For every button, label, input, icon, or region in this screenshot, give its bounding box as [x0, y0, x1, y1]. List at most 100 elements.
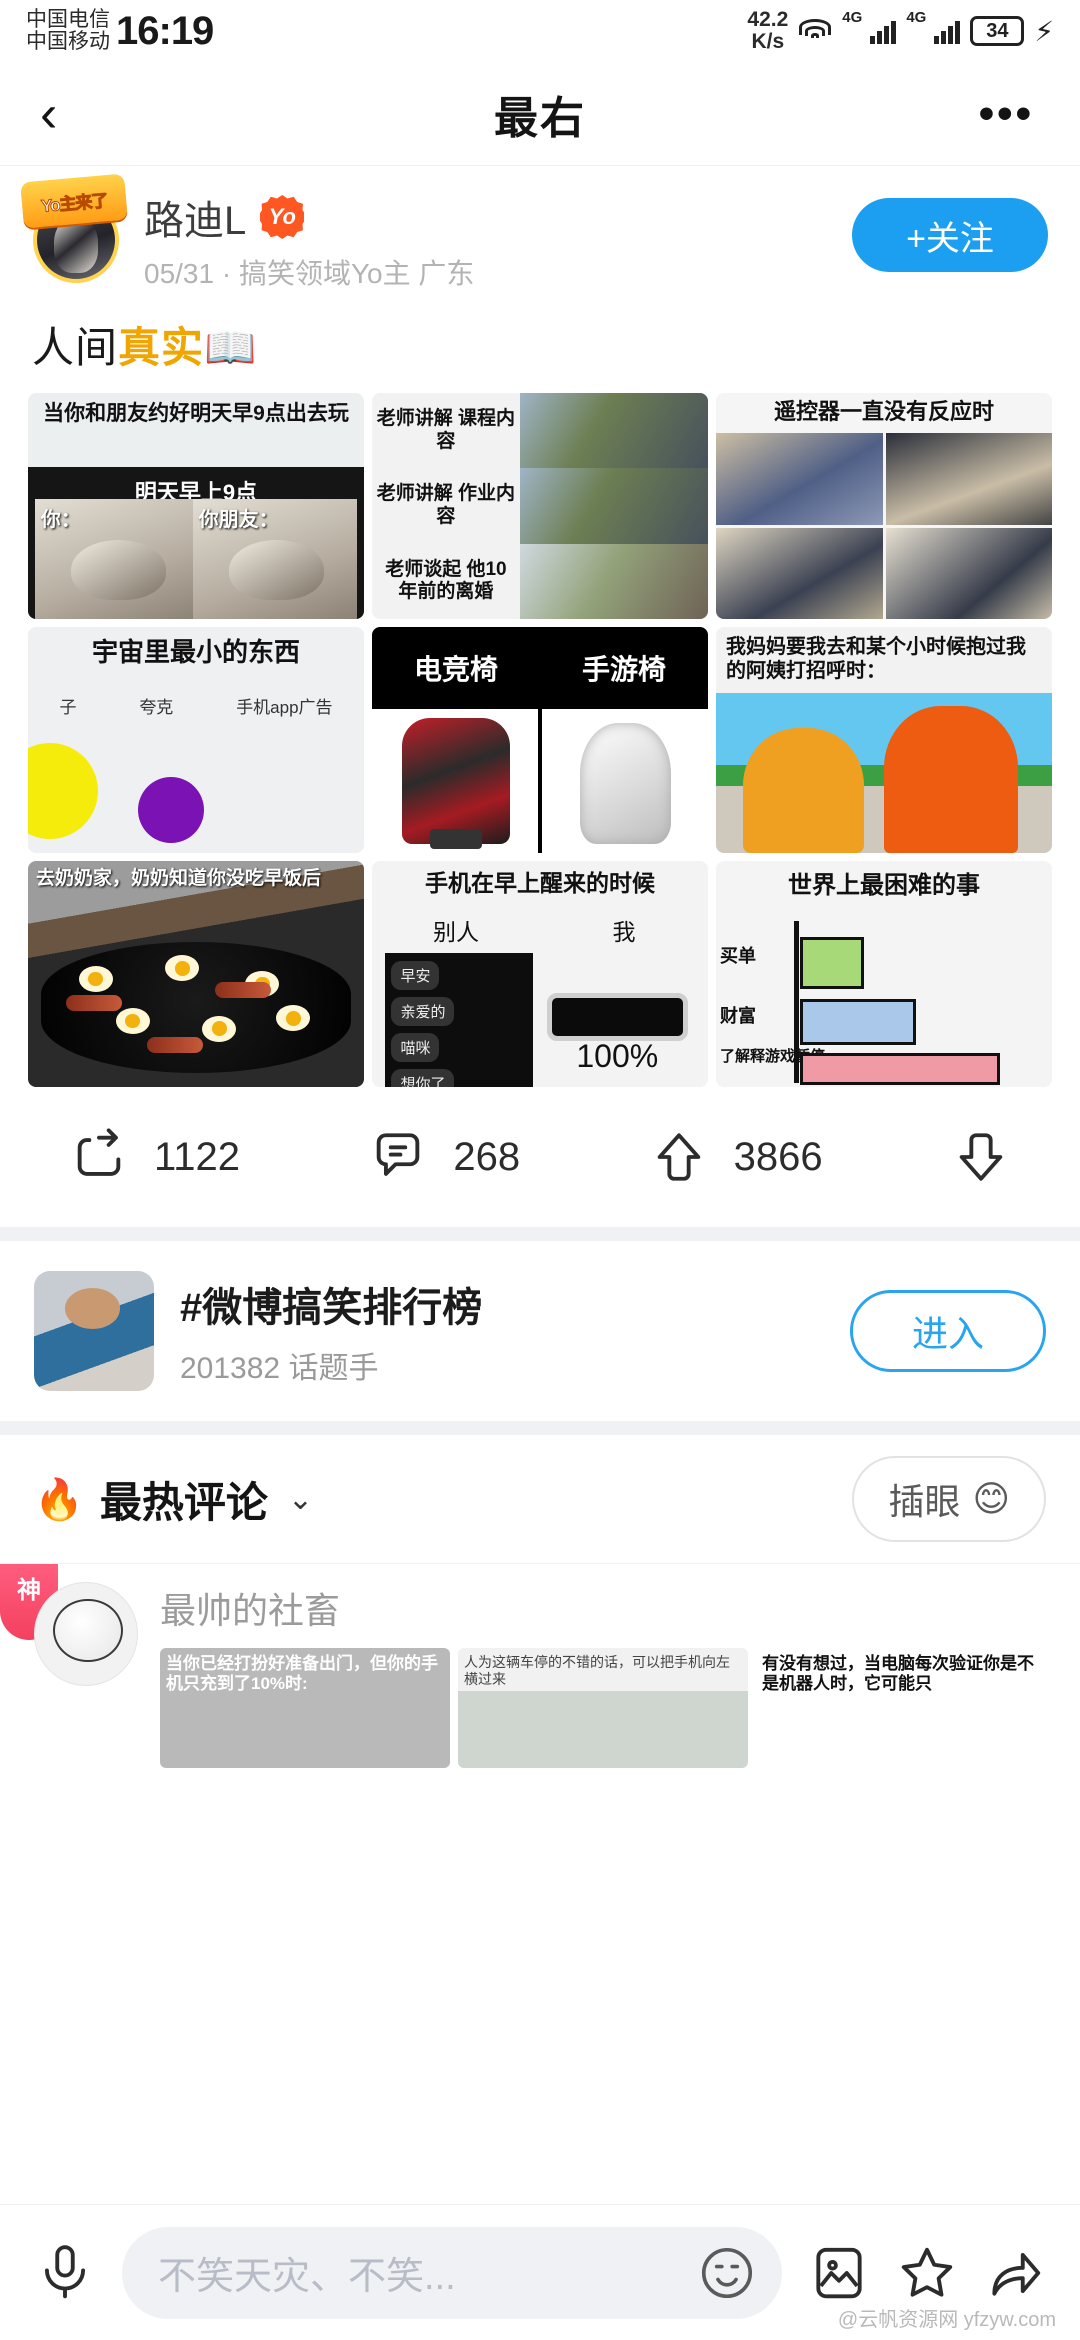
post-title-highlight: 真实: [118, 324, 205, 371]
topic-card[interactable]: #微博搞笑排行榜 201382 话题手 进入: [0, 1241, 1080, 1421]
insert-eye-label: 插眼: [888, 1481, 961, 1522]
post-image-1[interactable]: 当你和朋友约好明天早9点出去玩 明天早上9点 你： 你朋友：: [28, 393, 364, 619]
image-5-left-label: 电竞椅: [413, 654, 498, 685]
comment-image-2[interactable]: 人为这辆车停的不错的话，可以把手机向左横过来: [458, 1648, 748, 1768]
share-count: 1122: [154, 1134, 241, 1179]
clock: 16:19: [116, 8, 214, 53]
network-speed-value: 42.2: [747, 8, 789, 32]
image-4-purple-ball: [138, 777, 204, 843]
comment-image-3[interactable]: 有没有想过，当电脑每次验证你是不是机器人时，它可能只: [756, 1648, 1046, 1768]
comment-icon[interactable]: [369, 1128, 427, 1186]
comments-sort-control[interactable]: 🔥 最热评论 ⌄: [34, 1469, 313, 1530]
wifi-icon: [798, 17, 832, 45]
post-image-8[interactable]: 手机在早上醒来的时候 别人 我 早安 亲爱的 喵咪 想你了 100%: [372, 861, 708, 1087]
image-3-photo-quad: [716, 433, 1052, 619]
image-1-caption: 当你和朋友约好明天早9点出去玩: [43, 402, 349, 425]
charging-bolt-icon: ⚡: [1034, 15, 1054, 47]
image-8-col-2: 我: [612, 919, 636, 945]
image-8-bubble-4: 想你了: [391, 1069, 455, 1087]
page-title: 最右: [494, 93, 586, 143]
image-9-caption: 世界上最困难的事: [788, 872, 980, 899]
image-4-sublabels: 子 夸克 手机app广告: [28, 693, 364, 718]
share-arrow-icon[interactable]: [984, 2242, 1046, 2304]
comment-item[interactable]: 神 最帅的社畜 当你已经打扮好准备出门，但你的手机只充到了10%时: 人为这辆车…: [0, 1563, 1080, 1768]
image-8-bubble-1: 早安: [391, 961, 440, 990]
image-9-bar-label-1: 买单: [720, 946, 756, 966]
author-name[interactable]: 路迪L: [144, 188, 246, 246]
image-8-columns: 别人 我: [372, 913, 708, 947]
arrow-up-icon[interactable]: [650, 1128, 708, 1186]
comment-author-name[interactable]: 最帅的社畜: [160, 1582, 1046, 1634]
topic-thumbnail: [34, 1271, 154, 1391]
comment-avatar[interactable]: [34, 1582, 138, 1686]
upvote-action[interactable]: 3866: [650, 1128, 823, 1186]
topic-enter-button[interactable]: 进入: [850, 1290, 1046, 1372]
avatar[interactable]: Yo主来了: [20, 173, 128, 286]
gaming-chair-shape: [402, 717, 510, 850]
post-image-2[interactable]: 老师讲解 课程内容 老师讲解 作业内容 老师谈起 他10年前的离婚: [372, 393, 708, 619]
smiley-icon[interactable]: [696, 2242, 758, 2304]
status-bar-left: 中国电信 中国移动 16:19: [26, 8, 214, 54]
image-9-bar-1: [800, 937, 864, 989]
post-title-emoji: 📖: [204, 324, 258, 371]
author-row: Yo主来了 路迪L Yo 05/31 · 搞笑领域Yo主 广东 +关注: [0, 166, 1080, 300]
post-image-5[interactable]: 电竞椅 手游椅: [372, 627, 708, 853]
image-8-battery-shape: [546, 993, 688, 1041]
image-1-right-label: 你朋友：: [198, 509, 279, 531]
smiley-emoji-icon: 😊: [972, 1478, 1010, 1519]
image-8-caption: 手机在早上醒来的时候: [425, 870, 655, 896]
image-5-toilet-side: [540, 709, 708, 853]
post-action-bar: 1122 268 3866: [0, 1087, 1080, 1227]
post-title: 人间真实📖: [0, 300, 1080, 393]
post-image-6[interactable]: 我妈妈要我去和某个小时候抱过我的阿姨打招呼时：: [716, 627, 1052, 853]
share-icon[interactable]: [70, 1128, 128, 1186]
image-1-photo-left: 你：: [34, 499, 200, 619]
avatar-badge: Yo主来了: [20, 173, 128, 229]
network-type-label-1: 4G: [842, 9, 863, 27]
post-image-4[interactable]: 宇宙里最小的东西 子 夸克 手机app广告: [28, 627, 364, 853]
share-action[interactable]: 1122: [70, 1128, 240, 1186]
image-8-chat-panel: 早安 亲爱的 喵咪 想你了: [385, 953, 534, 1087]
image-5-chair-side: [372, 709, 540, 853]
image-3-caption: 遥控器一直没有反应时: [716, 393, 1052, 432]
microphone-icon[interactable]: [34, 2242, 96, 2304]
comment-input[interactable]: 不笑天灾、不笑...: [122, 2226, 782, 2319]
toilet-shape: [580, 723, 672, 845]
comment-input-placeholder: 不笑天灾、不笑...: [158, 2256, 456, 2298]
image-2-line-3: 老师谈起 他10年前的离婚: [385, 558, 507, 603]
more-horizontal-icon[interactable]: •••: [979, 92, 1034, 135]
insert-eye-button[interactable]: 插眼 😊: [852, 1456, 1046, 1542]
downvote-action[interactable]: [952, 1128, 1010, 1186]
image-icon[interactable]: [808, 2242, 870, 2304]
battery-icon: 34: [970, 16, 1025, 46]
image-5-right-label: 手游椅: [581, 654, 666, 685]
image-5-divider: [538, 709, 542, 853]
image-9-bar-label-2: 财富: [720, 1006, 756, 1026]
image-8-bubble-3: 喵咪: [391, 1033, 440, 1062]
topic-text: #微博搞笑排行榜 201382 话题手: [180, 1275, 824, 1387]
post-image-3[interactable]: 遥控器一直没有反应时: [716, 393, 1052, 619]
image-6-caption: 我妈妈要我去和某个小时候抱过我的阿姨打招呼时：: [726, 636, 1026, 683]
image-2-photo-column: [519, 393, 708, 619]
status-bar: 中国电信 中国移动 16:19 42.2 K/s 4G 4G 34 ⚡: [0, 0, 1080, 62]
comment-action[interactable]: 268: [369, 1128, 520, 1186]
follow-button[interactable]: +关注: [852, 198, 1048, 272]
comment-images: 当你已经打扮好准备出门，但你的手机只充到了10%时: 人为这辆车停的不错的话，可…: [160, 1648, 1046, 1768]
arrow-down-icon[interactable]: [952, 1128, 1010, 1186]
image-1-photo-right: 你朋友：: [192, 499, 358, 619]
network-speed-unit: K/s: [751, 30, 785, 53]
post-image-9[interactable]: 世界上最困难的事 买单 财富 了解释游戏暂停: [716, 861, 1052, 1087]
star-icon[interactable]: [896, 2242, 958, 2304]
image-6-figure-2: [884, 705, 1019, 853]
author-meta: 05/31 · 搞笑领域Yo主 广东: [144, 258, 475, 289]
navigation-bar: ‹ 最右 •••: [0, 62, 1080, 166]
image-7-caption: 去奶奶家，奶奶知道你没吃早饭后: [36, 868, 322, 889]
network-speed: 42.2 K/s: [747, 9, 788, 53]
post-image-7[interactable]: 去奶奶家，奶奶知道你没吃早饭后: [28, 861, 364, 1087]
image-9-bar-2: [800, 999, 916, 1045]
image-4-yellow-ball: [28, 743, 98, 839]
comment-image-1[interactable]: 当你已经打扮好准备出门，但你的手机只充到了10%时:: [160, 1648, 450, 1768]
chevron-down-icon[interactable]: ⌄: [288, 1482, 313, 1517]
network-type-label-2: 4G: [906, 9, 927, 27]
back-icon[interactable]: ‹: [40, 88, 57, 140]
